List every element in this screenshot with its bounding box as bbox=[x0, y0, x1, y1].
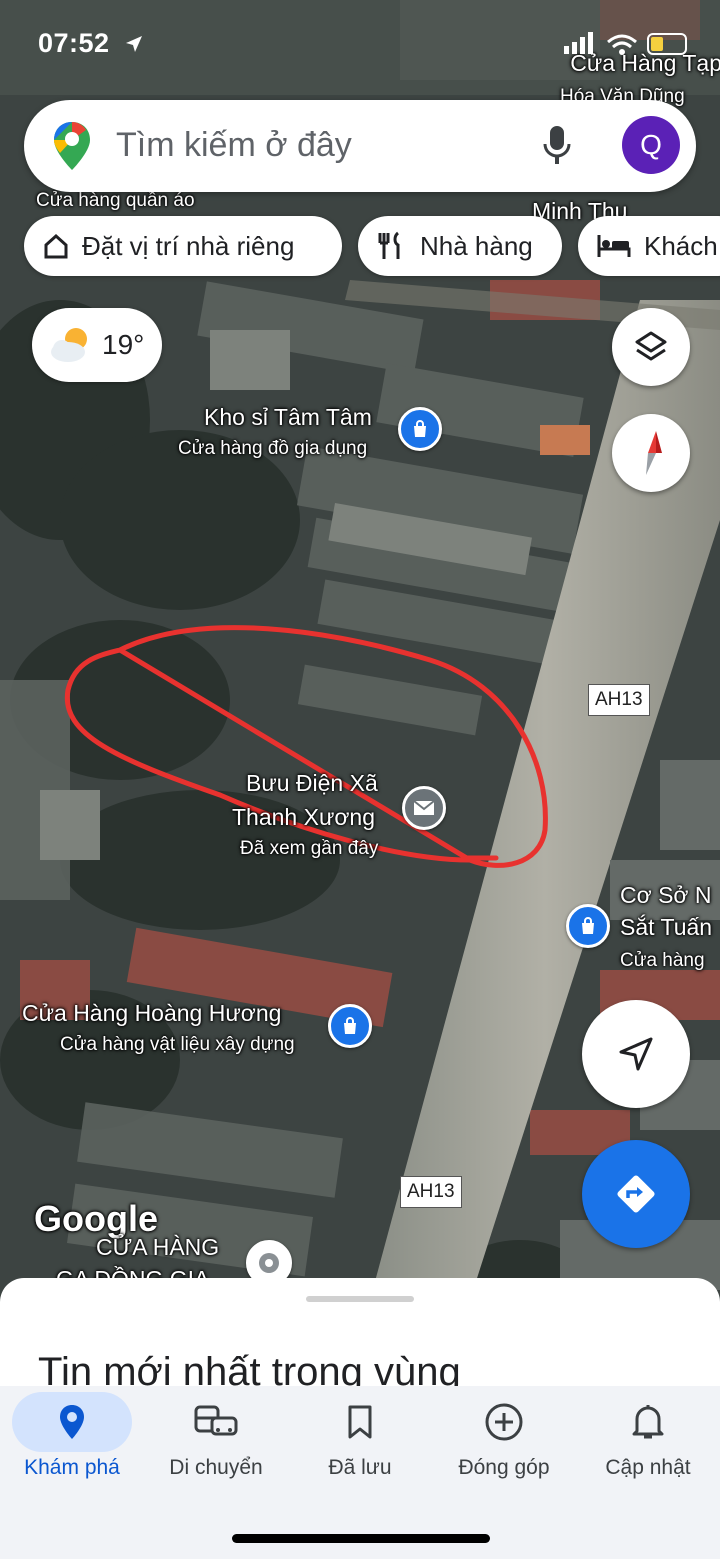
nav-saved-icon-wrap bbox=[300, 1392, 420, 1452]
chip-home-label: Đặt vị trí nhà riêng bbox=[82, 230, 295, 261]
poi-label-buu-dien-2[interactable]: Thanh Xương bbox=[232, 804, 375, 831]
nav-commute[interactable]: Di chuyển bbox=[144, 1386, 288, 1496]
status-icons bbox=[564, 32, 687, 55]
chip-restaurant-label: Nhà hàng bbox=[420, 230, 533, 261]
shopping-bag-icon[interactable] bbox=[566, 904, 610, 948]
poi-label-co-so-2[interactable]: Sắt Tuấn bbox=[620, 914, 712, 941]
microphone-icon[interactable] bbox=[542, 124, 572, 168]
directions-icon bbox=[617, 1175, 655, 1213]
poi-label-buu-dien-1[interactable]: Bưu Điện Xã bbox=[246, 770, 378, 797]
layers-button[interactable] bbox=[612, 308, 690, 386]
search-input[interactable]: Tìm kiếm ở đây bbox=[116, 126, 352, 165]
poi-sub-kho-si: Cửa hàng đồ gia dụng bbox=[178, 438, 368, 459]
chip-restaurant[interactable]: Nhà hàng bbox=[358, 216, 562, 276]
poi-label-quan-ao[interactable]: Cửa hàng quần áo bbox=[36, 190, 195, 212]
navigation-arrow-icon bbox=[619, 1037, 653, 1071]
partly-cloudy-icon bbox=[51, 328, 87, 362]
nav-commute-label: Di chuyển bbox=[169, 1456, 263, 1479]
nav-contribute-label: Đóng góp bbox=[458, 1456, 550, 1479]
avatar[interactable]: Q bbox=[622, 116, 680, 174]
nav-explore-label: Khám phá bbox=[24, 1456, 120, 1479]
poi-sub-co-so: Cửa hàng bbox=[620, 950, 705, 971]
shopping-bag-icon[interactable] bbox=[398, 407, 442, 451]
location-arrow-icon bbox=[126, 36, 142, 52]
shopping-bag-icon[interactable] bbox=[328, 1004, 372, 1048]
road-shield-ah13: AH13 bbox=[400, 1176, 462, 1208]
compass-icon bbox=[646, 431, 662, 475]
poi-sub-hoang-huong: Cửa hàng vật liệu xây dựng bbox=[60, 1034, 295, 1055]
poi-label-cua-hang[interactable]: CỬA HÀNG bbox=[96, 1234, 219, 1261]
status-time: 07:52 bbox=[38, 28, 110, 58]
sheet-drag-handle[interactable] bbox=[306, 1296, 414, 1302]
poi-label-co-so-1[interactable]: Cơ Sở N bbox=[620, 882, 712, 909]
nav-contribute-icon-wrap bbox=[444, 1392, 564, 1452]
google-maps-logo-icon bbox=[54, 122, 90, 170]
nav-commute-icon-wrap bbox=[156, 1392, 276, 1452]
poi-sub-buu-dien: Đã xem gần đây bbox=[240, 838, 379, 859]
weather-chip[interactable]: 19° bbox=[32, 308, 162, 382]
explore-pin-icon bbox=[60, 1405, 84, 1439]
battery-icon bbox=[647, 33, 687, 55]
nav-explore-icon-wrap bbox=[12, 1392, 132, 1452]
poi-label-kho-si[interactable]: Kho sỉ Tâm Tâm bbox=[204, 404, 372, 431]
road-shield-ah13: AH13 bbox=[588, 684, 650, 716]
home-indicator[interactable] bbox=[232, 1534, 490, 1543]
nav-updates-icon-wrap bbox=[588, 1392, 708, 1452]
compass-button[interactable] bbox=[612, 414, 690, 492]
bell-icon bbox=[632, 1405, 664, 1439]
restaurant-icon bbox=[378, 231, 400, 259]
satellite-map[interactable]: Cửa Hàng Tạp Hóa Văn Dũng Cửa hàng quần … bbox=[0, 0, 720, 1300]
nav-saved-label: Đã lưu bbox=[328, 1456, 392, 1479]
signal-icon bbox=[564, 32, 593, 54]
nav-contribute[interactable]: Đóng góp bbox=[432, 1386, 576, 1496]
nav-updates-label: Cập nhật bbox=[605, 1456, 691, 1479]
mail-icon[interactable] bbox=[402, 786, 446, 830]
home-icon bbox=[44, 233, 68, 259]
chip-hotel[interactable]: Khách bbox=[578, 216, 720, 276]
my-location-button[interactable] bbox=[582, 1000, 690, 1108]
weather-temp: 19° bbox=[102, 329, 145, 360]
hotel-icon bbox=[597, 235, 631, 257]
poi-label-hoang-huong[interactable]: Cửa Hàng Hoàng Hương bbox=[22, 1000, 281, 1027]
search-bar[interactable]: Tìm kiếm ở đây Q bbox=[24, 100, 696, 192]
nav-updates[interactable]: Cập nhật bbox=[576, 1386, 720, 1496]
layers-icon bbox=[635, 331, 667, 361]
commute-icon bbox=[194, 1405, 238, 1436]
nav-saved[interactable]: Đã lưu bbox=[288, 1386, 432, 1496]
bookmark-icon bbox=[348, 1405, 372, 1439]
wifi-icon bbox=[607, 34, 637, 49]
chip-home[interactable]: Đặt vị trí nhà riêng bbox=[24, 216, 342, 276]
directions-button[interactable] bbox=[582, 1140, 690, 1248]
add-circle-icon bbox=[485, 1403, 523, 1441]
nav-explore[interactable]: Khám phá bbox=[0, 1386, 144, 1496]
chip-hotel-label: Khách bbox=[644, 230, 718, 261]
bottom-sheet[interactable]: Tin mới nhất trong vùng bbox=[0, 1278, 720, 1398]
